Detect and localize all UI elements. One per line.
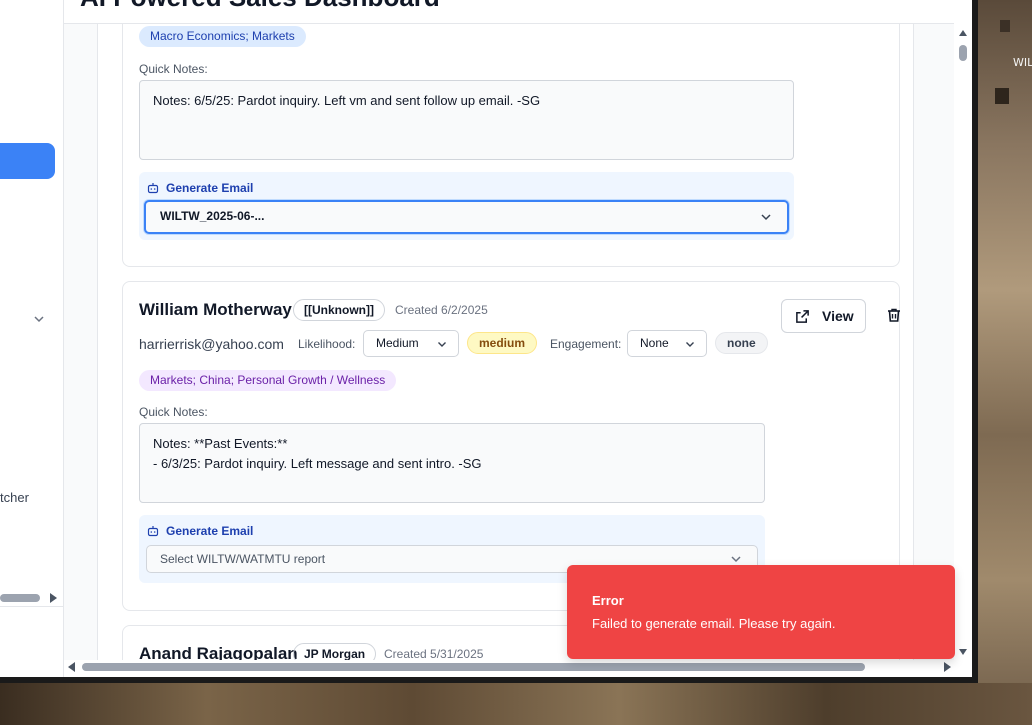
chevron-down-icon <box>761 214 771 221</box>
created-date: Created 6/2/2025 <box>395 303 488 317</box>
interest-tags: Macro Economics; Markets <box>139 26 306 47</box>
toast-message: Failed to generate email. Please try aga… <box>592 616 836 631</box>
report-select-value: WILTW_2025-06-... <box>160 209 265 223</box>
likelihood-label: Likelihood: <box>298 337 356 351</box>
page-header: AI Powered Sales Dashboard <box>64 0 954 24</box>
engagement-badge: none <box>715 332 768 354</box>
view-button-label: View <box>822 308 854 324</box>
sidebar-active-item[interactable] <box>0 143 55 179</box>
main-content: AI Powered Sales Dashboard Macro Economi… <box>64 0 954 660</box>
sidebar: tcher <box>0 0 64 677</box>
scroll-right-icon[interactable] <box>50 593 57 603</box>
quick-notes-field[interactable]: Notes: 6/5/25: Pardot inquiry. Left vm a… <box>139 80 794 160</box>
likelihood-select[interactable]: Medium <box>363 330 459 357</box>
contact-email[interactable]: harrierrisk@yahoo.com <box>139 336 284 352</box>
scroll-up-icon[interactable] <box>959 30 967 36</box>
generate-email-label: Generate Email <box>166 181 254 195</box>
desktop-background-bottom <box>0 683 1032 725</box>
trash-icon[interactable] <box>886 307 902 323</box>
scroll-down-icon[interactable] <box>959 649 967 655</box>
generate-email-section: Generate Email WILTW_2025-06-... <box>139 172 794 240</box>
chevron-down-icon <box>438 342 446 347</box>
notes-label: Quick Notes: <box>139 405 208 419</box>
external-link-icon <box>796 310 809 323</box>
company-badge: JP Morgan <box>293 643 377 660</box>
sidebar-scrollbar-thumb[interactable] <box>0 594 40 602</box>
company-badge: [[Unknown]] <box>293 299 385 321</box>
divider <box>0 606 64 607</box>
chevron-down-icon <box>731 556 741 563</box>
scroll-left-icon[interactable] <box>68 662 75 672</box>
browser-window: tcher AI Powered Sales Dashboard Macro E… <box>0 0 978 683</box>
quick-notes-field[interactable]: Notes: **Past Events:** - 6/3/25: Pardot… <box>139 423 765 503</box>
engagement-label: Engagement: <box>550 337 622 351</box>
generate-email-label: Generate Email <box>166 524 254 538</box>
engagement-value: None <box>640 336 669 350</box>
likelihood-badge: medium <box>467 332 538 354</box>
error-toast[interactable]: Error Failed to generate email. Please t… <box>567 565 955 659</box>
horizontal-scrollbar[interactable] <box>64 660 954 677</box>
engagement-select[interactable]: None <box>627 330 707 357</box>
scroll-right-icon[interactable] <box>944 662 951 672</box>
contact-name[interactable]: William Motherway <box>139 300 292 320</box>
background-label: WIL <box>1013 56 1032 69</box>
interest-tags: Markets; China; Personal Growth / Wellne… <box>139 370 397 391</box>
created-date: Created 5/31/2025 <box>384 647 484 660</box>
page-title: AI Powered Sales Dashboard <box>80 0 440 13</box>
background-window-shape <box>995 88 1009 104</box>
background-window-shape <box>1000 20 1010 32</box>
report-select[interactable]: WILTW_2025-06-... <box>144 200 789 234</box>
likelihood-value: Medium <box>376 336 419 350</box>
desktop-background: WIL <box>975 0 1032 725</box>
contacts-list: Macro Economics; Markets Quick Notes: No… <box>97 0 914 660</box>
page-viewport: tcher AI Powered Sales Dashboard Macro E… <box>0 0 972 677</box>
toast-title: Error <box>592 593 624 608</box>
bot-icon <box>147 526 159 537</box>
sidebar-item-label[interactable]: tcher <box>0 490 29 505</box>
vertical-scrollbar-thumb[interactable] <box>959 45 967 61</box>
contact-name[interactable]: Anand Rajagopalan <box>139 644 298 660</box>
report-select-placeholder: Select WILTW/WATMTU report <box>160 552 326 566</box>
contact-card: William Motherway [[Unknown]] Created 6/… <box>122 281 900 611</box>
contact-card: Macro Economics; Markets Quick Notes: No… <box>122 0 900 267</box>
chevron-down-icon <box>686 342 694 347</box>
horizontal-scrollbar-thumb[interactable] <box>82 663 865 671</box>
view-button[interactable]: View <box>781 299 866 333</box>
vertical-scrollbar[interactable] <box>954 24 972 660</box>
notes-label: Quick Notes: <box>139 62 208 76</box>
chevron-down-icon[interactable] <box>32 312 46 326</box>
bot-icon <box>147 183 159 194</box>
